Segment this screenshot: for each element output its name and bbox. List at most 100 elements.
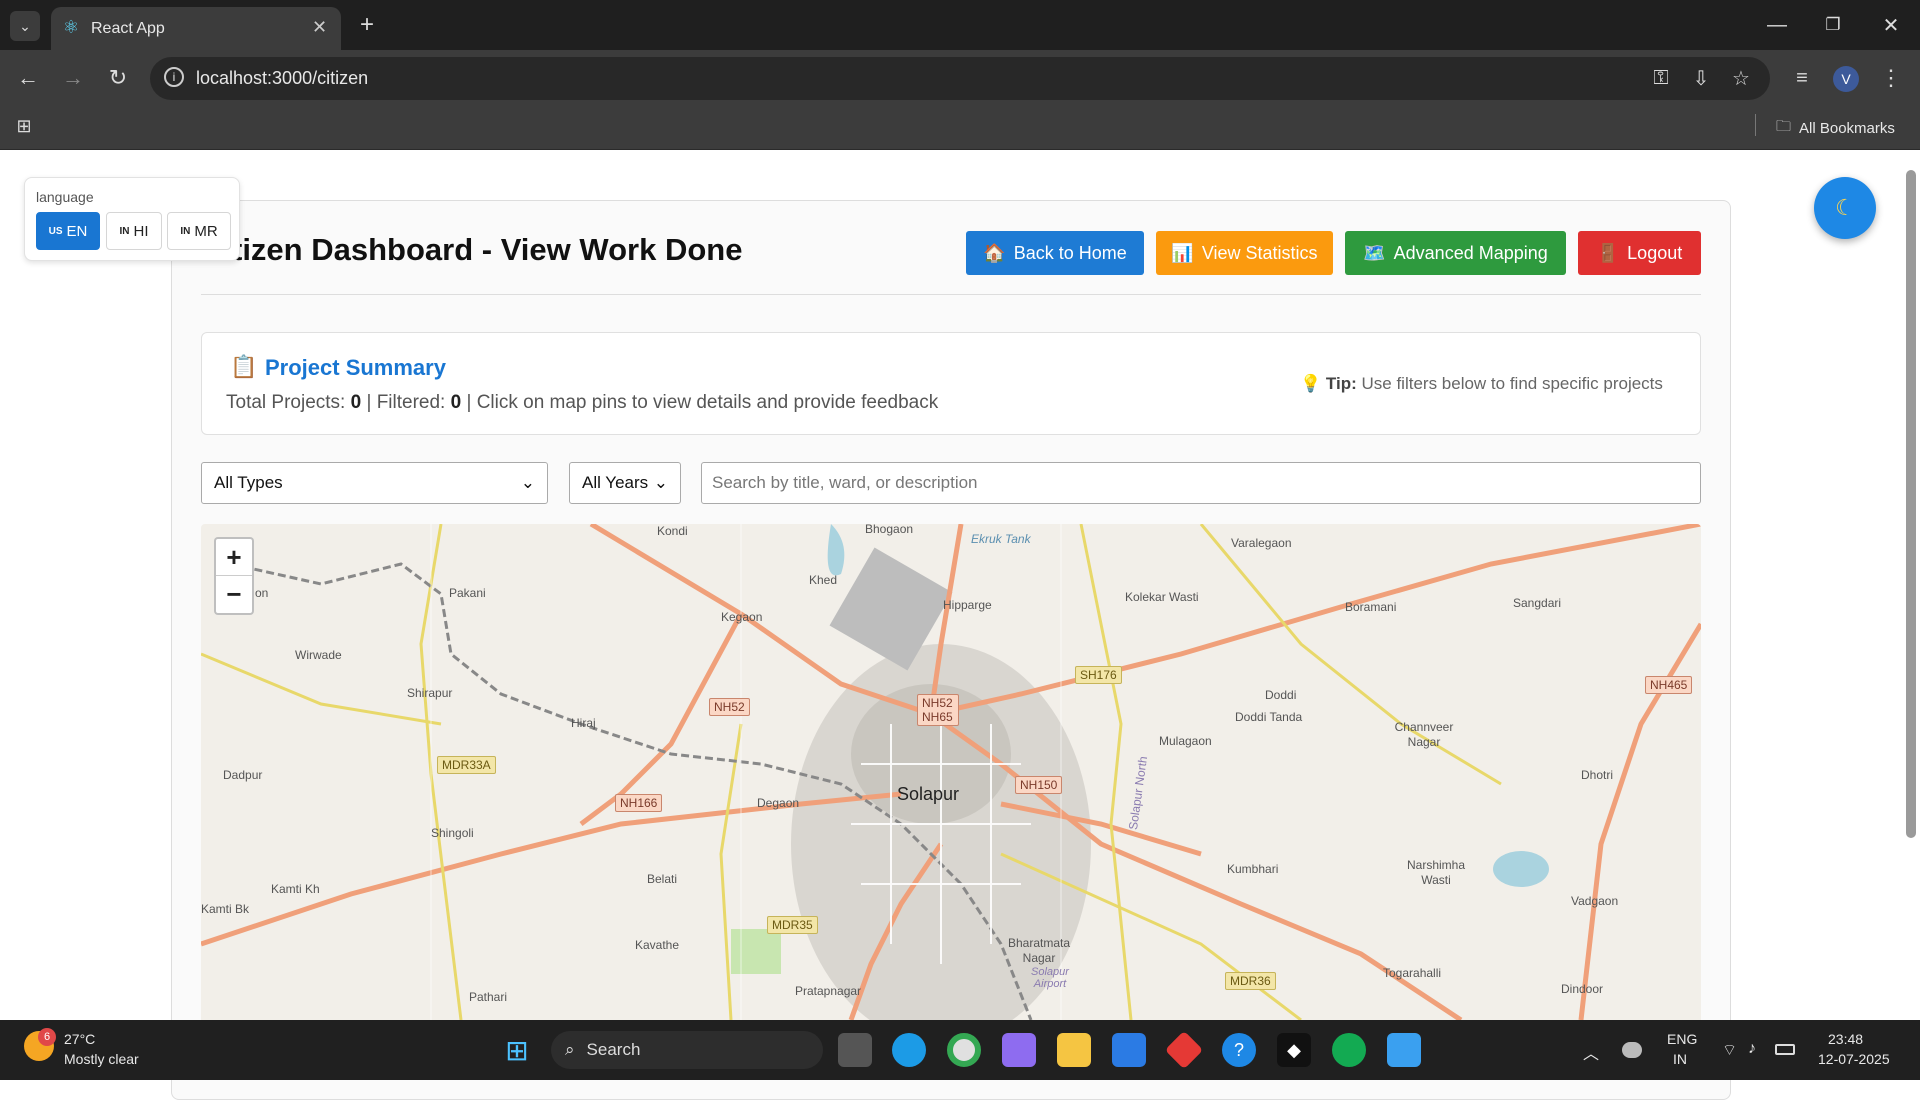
weather-temp[interactable]: 27°C	[64, 1031, 95, 1047]
search-input[interactable]: Search by title, ward, or description	[701, 462, 1701, 504]
map-road-shield: NH150	[1015, 776, 1063, 794]
apps-grid-icon[interactable]: ⊞	[10, 112, 38, 140]
zoom-in-button[interactable]: +	[216, 539, 252, 576]
language-en-label: EN	[66, 222, 88, 240]
in-flag-icon: IN	[119, 225, 130, 237]
chrome-icon[interactable]	[947, 1033, 981, 1067]
browser-tab[interactable]: ⚛ React App ✕	[51, 7, 341, 50]
minimize-icon[interactable]: —	[1762, 10, 1792, 40]
map-place-label: Kamti Bk	[201, 902, 250, 916]
task-view-icon[interactable]	[838, 1033, 872, 1067]
battery-icon[interactable]	[1775, 1044, 1795, 1055]
taskbar-search[interactable]: ⌕ Search	[551, 1031, 823, 1069]
input-language[interactable]: ENG	[1667, 1031, 1697, 1047]
onedrive-icon[interactable]	[1622, 1042, 1642, 1058]
tab-title: React App	[91, 20, 165, 37]
map-place-label: Pathari	[469, 990, 508, 1004]
folder-icon: 🗀	[1776, 118, 1792, 135]
map-zoom-control: + −	[214, 537, 254, 615]
map-place-label: Doddi	[1265, 688, 1297, 702]
back-to-home-button[interactable]: 🏠 Back to Home	[966, 231, 1144, 275]
language-hi-label: HI	[133, 222, 149, 240]
menu-kebab-icon[interactable]: ⋮	[1876, 62, 1906, 94]
wifi-icon[interactable]: ⌔	[1722, 1040, 1737, 1060]
notepad-icon[interactable]	[1387, 1033, 1421, 1067]
map-road-shield: NH52 NH65	[917, 694, 959, 726]
install-app-icon[interactable]: ⇩	[1686, 63, 1716, 93]
language-mr-button[interactable]: IN MR	[167, 212, 231, 250]
address-bar[interactable]: i localhost:3000/citizen ⚿ ⇩ ☆	[150, 57, 1770, 100]
map-road-shield: NH465	[1645, 676, 1693, 694]
map-place-label: Dhotri	[1581, 768, 1614, 782]
weather-desc[interactable]: Mostly clear	[64, 1051, 139, 1067]
map-place-label: Kegaon	[721, 610, 763, 624]
clock-date[interactable]: 12-07-2025	[1818, 1051, 1890, 1067]
bookmark-star-icon[interactable]: ☆	[1726, 63, 1756, 93]
forward-icon[interactable]: →	[57, 62, 89, 94]
new-tab-icon[interactable]: +	[352, 10, 382, 40]
dark-mode-toggle-moon-icon[interactable]: ☾	[1814, 177, 1876, 239]
all-bookmarks-button[interactable]: 🗀 All Bookmarks	[1776, 116, 1895, 141]
chevron-down-icon: ⌄	[653, 473, 668, 492]
password-key-icon[interactable]: ⚿	[1646, 63, 1676, 93]
copilot-icon[interactable]	[1002, 1033, 1036, 1067]
tab-search-chevron-icon[interactable]: ⌄	[10, 11, 40, 41]
view-statistics-label: View Statistics	[1201, 242, 1318, 263]
logout-button[interactable]: 🚪 Logout	[1578, 231, 1701, 275]
map-place-label: on	[255, 586, 269, 600]
zoom-out-button[interactable]: −	[216, 576, 252, 613]
tab-close-icon[interactable]: ✕	[312, 17, 327, 38]
restore-icon[interactable]: ❐	[1818, 10, 1848, 40]
input-region[interactable]: IN	[1673, 1051, 1687, 1067]
page-title: Citizen Dashboard - View Work Done	[201, 232, 743, 267]
file-explorer-icon[interactable]	[1057, 1033, 1091, 1067]
type-filter-select[interactable]: All Types ⌄	[201, 462, 548, 504]
map-place-label: Dadpur	[223, 768, 263, 782]
view-statistics-button[interactable]: 📊 View Statistics	[1156, 231, 1333, 275]
language-mr-label: MR	[194, 222, 218, 240]
tip-text: Use filters below to find specific proje…	[1361, 374, 1663, 393]
edge-icon[interactable]	[892, 1033, 926, 1067]
total-projects-value: 0	[350, 392, 362, 413]
reload-icon[interactable]: ↻	[102, 62, 134, 94]
map-airport-label: Solapur Airport	[1031, 966, 1069, 990]
map-place-label: Togarahalli	[1383, 966, 1442, 980]
all-bookmarks-label: All Bookmarks	[1799, 120, 1895, 137]
map-place-label: Mulagaon	[1159, 734, 1212, 748]
project-map[interactable]: Kondi Bhogaon Ekruk Tank Varalegaon Paka…	[201, 524, 1701, 1020]
door-icon: 🚪	[1596, 242, 1620, 263]
total-projects-label: Total Projects:	[226, 392, 346, 413]
profile-avatar[interactable]: V	[1833, 66, 1859, 92]
bookmarks-bar	[0, 102, 1920, 150]
language-en-button[interactable]: US EN	[36, 212, 100, 250]
map-road-shield: MDR33A	[437, 756, 496, 774]
terminal-app-icon[interactable]: ◆	[1277, 1033, 1311, 1067]
bookmarks-divider	[1755, 114, 1756, 136]
map-place-label: Hiraj	[571, 716, 596, 730]
microsoft-store-icon[interactable]	[1112, 1033, 1146, 1067]
advanced-mapping-button[interactable]: 🗺️ Advanced Mapping	[1345, 231, 1566, 275]
map-icon: 🗺️	[1363, 242, 1386, 263]
back-icon[interactable]: ←	[12, 62, 44, 94]
scrollbar-thumb[interactable]	[1906, 170, 1916, 838]
tray-chevron-up-icon[interactable]: ︿	[1583, 1040, 1599, 1064]
mongodb-icon[interactable]	[1332, 1033, 1366, 1067]
media-control-icon[interactable]: ≡	[1786, 62, 1818, 94]
help-icon[interactable]: ?	[1222, 1033, 1256, 1067]
summary-stats: Total Projects: 0 | Filtered: 0 | Click …	[226, 392, 939, 413]
map-place-label: Sangdari	[1513, 596, 1562, 610]
chevron-down-icon: ⌄	[520, 473, 535, 492]
url-text: localhost:3000/citizen	[196, 68, 369, 88]
windows-start-icon[interactable]: ⊞	[500, 1033, 534, 1067]
map-place-label: Pratapnagar	[795, 984, 862, 998]
window-close-icon[interactable]: ✕	[1876, 10, 1906, 40]
year-filter-select[interactable]: All Years ⌄	[569, 462, 681, 504]
map-road-shield: MDR36	[1225, 972, 1276, 990]
language-hi-button[interactable]: IN HI	[106, 212, 162, 250]
home-icon: 🏠	[983, 242, 1006, 263]
volume-icon[interactable]: ♪	[1748, 1040, 1756, 1058]
map-place-label: Dindoor	[1561, 982, 1604, 996]
map-place-label: Kamti Kh	[271, 882, 320, 896]
clock-time[interactable]: 23:48	[1828, 1031, 1863, 1047]
site-info-icon[interactable]: i	[164, 67, 184, 87]
